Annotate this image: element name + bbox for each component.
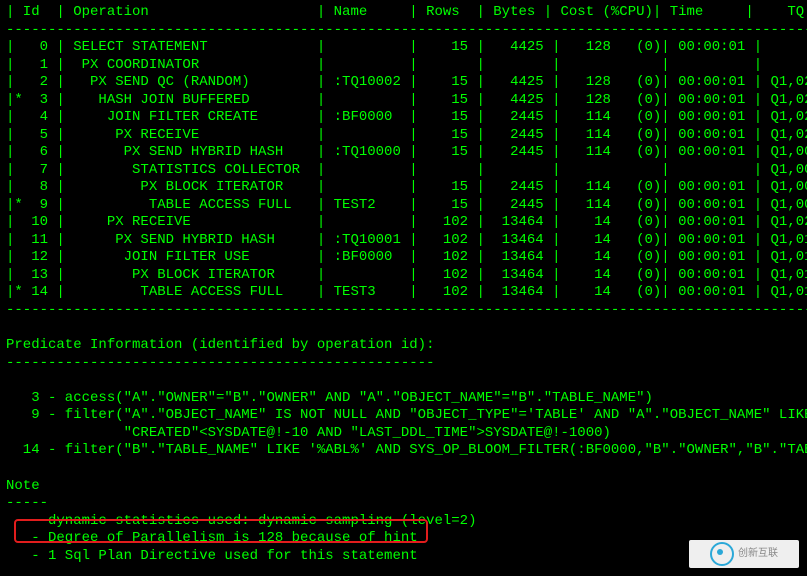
- predicate-line: 3 - access("A"."OWNER"="B"."OWNER" AND "…: [6, 390, 801, 408]
- note-underline: -----: [6, 495, 801, 513]
- plan-row: | 13 | PX BLOCK ITERATOR | | 102 | 13464…: [6, 267, 801, 285]
- note-line: - Degree of Parallelism is 128 because o…: [6, 530, 801, 548]
- plan-row: |* 9 | TABLE ACCESS FULL | TEST2 | 15 | …: [6, 197, 801, 215]
- watermark-text: 创新互联: [738, 548, 778, 561]
- plan-row: | 12 | JOIN FILTER USE | :BF0000 | 102 |…: [6, 249, 801, 267]
- note-line: - 1 Sql Plan Directive used for this sta…: [6, 548, 801, 566]
- plan-row: | 7 | STATISTICS COLLECTOR | | | | | | Q…: [6, 162, 801, 180]
- plan-header-row: | Id | Operation | Name | Rows | Bytes |…: [6, 4, 801, 22]
- plan-row: | 8 | PX BLOCK ITERATOR | | 15 | 2445 | …: [6, 179, 801, 197]
- plan-row: | 5 | PX RECEIVE | | 15 | 2445 | 114 (0)…: [6, 127, 801, 145]
- divider-line: ----------------------------------------…: [6, 302, 801, 320]
- watermark-logo: 创新互联: [689, 540, 799, 568]
- plan-row: |* 3 | HASH JOIN BUFFERED | | 15 | 4425 …: [6, 92, 801, 110]
- plan-row: | 6 | PX SEND HYBRID HASH | :TQ10000 | 1…: [6, 144, 801, 162]
- plan-row: | 0 | SELECT STATEMENT | | 15 | 4425 | 1…: [6, 39, 801, 57]
- blank-line: [6, 372, 801, 390]
- predicate-line: "CREATED"<SYSDATE@!-10 AND "LAST_DDL_TIM…: [6, 425, 801, 443]
- divider-line: ----------------------------------------…: [6, 22, 801, 40]
- predicate-line: 14 - filter("B"."TABLE_NAME" LIKE '%ABL%…: [6, 442, 801, 460]
- predicate-underline: ----------------------------------------…: [6, 355, 801, 373]
- plan-row: | 11 | PX SEND HYBRID HASH | :TQ10001 | …: [6, 232, 801, 250]
- predicate-info-title: Predicate Information (identified by ope…: [6, 337, 801, 355]
- plan-row: |* 14 | TABLE ACCESS FULL | TEST3 | 102 …: [6, 284, 801, 302]
- plan-table-body: | 0 | SELECT STATEMENT | | 15 | 4425 | 1…: [6, 39, 801, 302]
- plan-row: | 1 | PX COORDINATOR | | | | | | |: [6, 57, 801, 75]
- note-title: Note: [6, 478, 801, 496]
- note-line: - dynamic statistics used: dynamic sampl…: [6, 513, 801, 531]
- plan-row: | 4 | JOIN FILTER CREATE | :BF0000 | 15 …: [6, 109, 801, 127]
- predicate-line: 9 - filter("A"."OBJECT_NAME" IS NOT NULL…: [6, 407, 801, 425]
- col-id: | Id | Operation | Name | Rows | Bytes |…: [6, 4, 807, 20]
- note-lines: - dynamic statistics used: dynamic sampl…: [6, 513, 801, 566]
- predicate-lines: 3 - access("A"."OWNER"="B"."OWNER" AND "…: [6, 390, 801, 460]
- watermark-icon: [710, 542, 734, 566]
- plan-row: | 10 | PX RECEIVE | | 102 | 13464 | 14 (…: [6, 214, 801, 232]
- terminal-screen: { "header": { "cols": ["Id", "Operation"…: [0, 0, 807, 576]
- plan-row: | 2 | PX SEND QC (RANDOM) | :TQ10002 | 1…: [6, 74, 801, 92]
